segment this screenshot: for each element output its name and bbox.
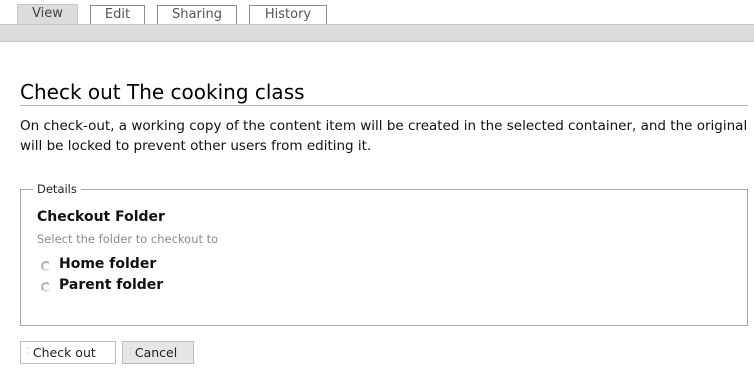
details-fieldset: Details Checkout Folder Select the folde… <box>20 181 748 326</box>
tab-bar: View Edit Sharing History <box>0 0 754 25</box>
checkout-button[interactable]: ⁚ Check out <box>20 341 116 364</box>
tab-view[interactable]: View <box>17 4 78 25</box>
cancel-button[interactable]: ⁚ Cancel <box>122 341 194 364</box>
grip-icon: ⁚ <box>27 347 30 357</box>
page-description: On check-out, a working copy of the cont… <box>20 118 748 154</box>
page-title: Check out The cooking class <box>20 80 748 106</box>
checkout-folder-label: Checkout Folder <box>37 209 165 225</box>
grip-icon: ⁚ <box>129 347 132 357</box>
option-label: Parent folder <box>59 277 164 293</box>
option-label: Home folder <box>59 256 157 272</box>
radio-icon[interactable] <box>41 260 51 271</box>
toolbar-band <box>0 24 754 42</box>
checkout-button-label: Check out <box>32 345 96 360</box>
tab-sharing[interactable]: Sharing <box>157 5 237 24</box>
radio-icon[interactable] <box>41 281 51 292</box>
tab-edit[interactable]: Edit <box>90 5 145 24</box>
checkout-folder-help: Select the folder to checkout to <box>37 232 219 246</box>
cancel-button-label: Cancel <box>134 345 178 360</box>
option-home-folder[interactable]: Home folder <box>41 254 156 274</box>
tab-history[interactable]: History <box>249 5 327 24</box>
details-legend: Details <box>33 181 81 197</box>
option-parent-folder[interactable]: Parent folder <box>41 275 163 295</box>
